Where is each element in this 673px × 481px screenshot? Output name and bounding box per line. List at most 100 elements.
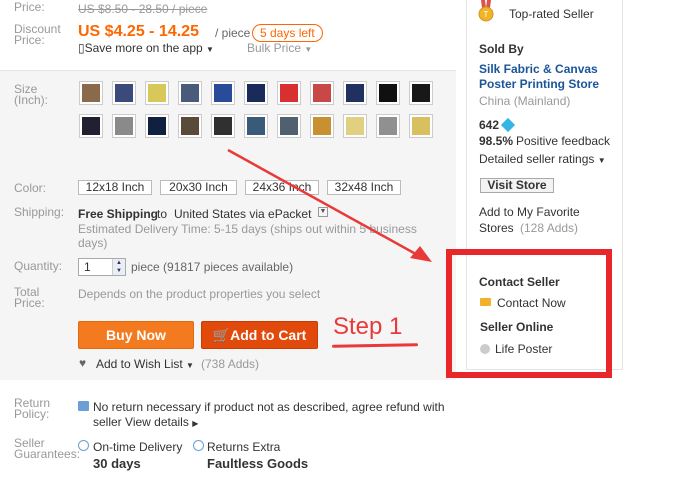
add-to-cart-button[interactable]: 🛒Add to Cart	[201, 321, 318, 349]
quantity-available: piece (91817 pieces available)	[131, 260, 294, 274]
size-thumbnail[interactable]	[277, 81, 301, 105]
seller-online-name[interactable]: Life Poster	[495, 342, 552, 356]
on-time-delivery-value: 30 days	[93, 456, 141, 471]
returns-icon	[193, 440, 204, 451]
contact-seller-title: Contact Seller	[479, 275, 560, 289]
size-thumbnail[interactable]	[244, 81, 268, 105]
add-to-cart-label: Add to Cart	[230, 327, 307, 343]
store-country: China (Mainland)	[479, 94, 571, 108]
wish-list-count: (738 Adds)	[201, 357, 260, 371]
positive-feedback-label: Positive feedback	[516, 134, 611, 148]
shipping-dropdown-icon[interactable]: ▼	[318, 207, 328, 217]
returns-extra-value: Faultless Goods	[207, 456, 309, 471]
discount-price-label: Discount Price:	[14, 22, 61, 47]
detailed-ratings-dropdown[interactable]: Detailed seller ratings ▼	[479, 152, 606, 166]
store-name-link[interactable]: Silk Fabric & Canvas Poster Printing Sto…	[479, 62, 619, 92]
wish-list-label: Add to Wish List	[96, 357, 183, 371]
chevron-down-icon[interactable]: ▼	[116, 268, 122, 274]
chevron-up-icon[interactable]: ▲	[116, 260, 122, 266]
cart-icon: 🛒	[212, 327, 231, 343]
add-favorite-store-link[interactable]: Add to My Favorite	[479, 205, 580, 219]
view-details-link[interactable]: View details ▶	[125, 415, 198, 429]
size-thumbnail[interactable]	[310, 114, 334, 138]
phone-icon: ▯	[78, 41, 85, 55]
add-favorite-store-link-cont[interactable]: Stores	[479, 221, 514, 235]
color-label: Color:	[14, 181, 47, 195]
size-thumbnail[interactable]	[376, 114, 400, 138]
size-thumbnail[interactable]	[145, 81, 169, 105]
bulk-price-label: Bulk Price	[247, 41, 302, 55]
add-to-wish-list-link[interactable]: Add to Wish List ▼	[96, 357, 194, 371]
chevron-down-icon: ▼	[597, 156, 606, 165]
size-thumbnail[interactable]	[178, 81, 202, 105]
mail-icon	[480, 298, 491, 306]
shipping-label: Shipping:	[14, 205, 65, 219]
size-thumbnail[interactable]	[145, 114, 169, 138]
size-thumbnail[interactable]	[343, 114, 367, 138]
contact-now-link[interactable]: Contact Now	[497, 296, 566, 310]
size-thumbnail[interactable]	[112, 81, 136, 105]
chevron-down-icon: ▼	[206, 45, 214, 54]
size-thumbnail[interactable]	[79, 114, 103, 138]
free-shipping-text: Free Shipping	[78, 207, 159, 221]
top-rated-seller-badge: Top-rated Seller	[509, 7, 594, 21]
return-policy-label: Return Policy:	[14, 396, 51, 421]
on-time-delivery-title: On-time Delivery	[93, 440, 183, 454]
step-annotation: Step 1	[333, 313, 403, 340]
medal-icon: T	[478, 0, 494, 22]
size-thumbnail[interactable]	[310, 81, 334, 105]
chevron-right-icon: ▶	[192, 419, 199, 428]
save-on-app-dropdown[interactable]: ▯Save more on the app ▼	[78, 41, 214, 55]
quantity-label: Quantity:	[14, 259, 63, 273]
heart-icon[interactable]: ♥	[79, 356, 86, 370]
user-icon	[480, 344, 490, 354]
size-thumbnail[interactable]	[79, 81, 103, 105]
size-thumbnail[interactable]	[211, 81, 235, 105]
sold-by-label: Sold By	[479, 42, 524, 56]
size-thumbnail[interactable]	[343, 81, 367, 105]
return-policy-icon	[78, 401, 89, 411]
contact-seller-highlight	[446, 249, 612, 378]
total-price-label: Total Price:	[14, 285, 45, 310]
detailed-ratings-label: Detailed seller ratings	[479, 152, 595, 166]
returns-extra-title: Returns Extra	[207, 440, 281, 454]
option-24x36[interactable]: 24x36 Inch	[245, 180, 319, 195]
option-20x30[interactable]: 20x30 Inch	[160, 180, 237, 195]
favorite-store-count: (128 Adds)	[520, 221, 579, 235]
original-price: US $8.50 - 28.50 / piece	[78, 2, 208, 16]
clock-icon	[78, 440, 89, 451]
view-details-label: View details	[125, 415, 189, 429]
days-left-badge: 5 days left	[252, 24, 323, 42]
size-thumbnail[interactable]	[211, 114, 235, 138]
size-label: Size (Inch):	[14, 82, 49, 107]
bulk-price-dropdown[interactable]: Bulk Price ▼	[247, 41, 312, 55]
total-price-text: Depends on the product properties you se…	[78, 287, 321, 301]
seller-guarantees-label: Seller Guarantees:	[14, 436, 81, 461]
discount-price: US $4.25 - 14.25	[78, 23, 199, 40]
option-12x18[interactable]: 12x18 Inch	[78, 180, 152, 195]
seller-online-title: Seller Online	[480, 320, 554, 334]
price-unit: / piece	[215, 26, 251, 40]
size-thumbnail[interactable]	[244, 114, 268, 138]
size-thumbnail[interactable]	[178, 114, 202, 138]
size-thumbnail[interactable]	[409, 81, 433, 105]
size-thumbnail[interactable]	[376, 81, 400, 105]
price-label: Price:	[14, 0, 45, 14]
size-thumbnail[interactable]	[112, 114, 136, 138]
delivery-estimate: Estimated Delivery Time: 5-15 days (ship…	[78, 222, 417, 250]
seller-score: 642	[479, 118, 500, 132]
visit-store-button[interactable]: Visit Store	[480, 178, 554, 193]
size-thumbnail[interactable]	[409, 114, 433, 138]
quantity-stepper[interactable]: ▲ ▼	[112, 259, 125, 275]
positive-feedback-percent: 98.5%	[479, 134, 514, 148]
save-app-label: Save more on the app	[84, 41, 203, 55]
option-32x48[interactable]: 32x48 Inch	[327, 180, 401, 195]
svg-text:T: T	[484, 10, 489, 19]
buy-now-button[interactable]: Buy Now	[78, 321, 194, 349]
shipping-destination[interactable]: United States via ePacket	[174, 207, 311, 221]
chevron-down-icon: ▼	[304, 45, 313, 54]
shipping-to: to	[157, 207, 168, 221]
size-thumbnail[interactable]	[277, 114, 301, 138]
chevron-down-icon: ▼	[186, 361, 194, 370]
return-policy-text: No return necessary if product not as de…	[93, 400, 463, 431]
